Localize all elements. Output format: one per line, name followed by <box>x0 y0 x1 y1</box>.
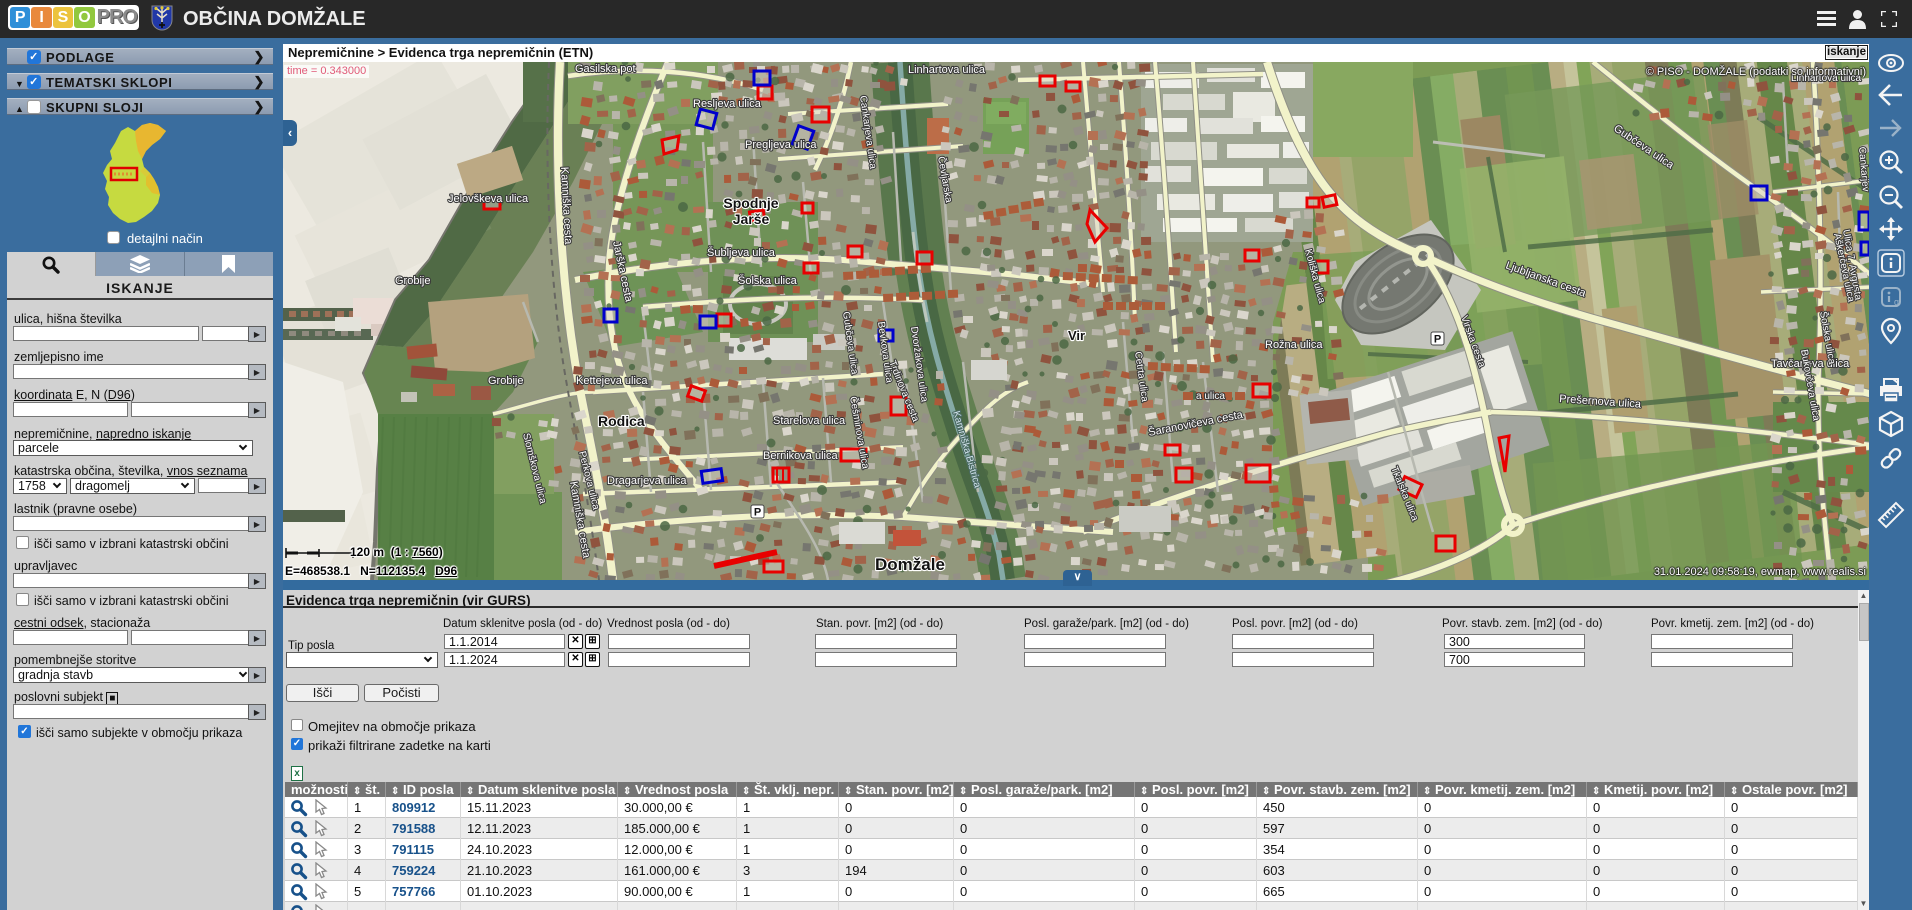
svg-text:Kettejeva ulica: Kettejeva ulica <box>576 375 648 387</box>
svg-text:P: P <box>1434 334 1441 346</box>
svg-text:Jelovškeva ulica: Jelovškeva ulica <box>448 193 529 205</box>
svg-text:Dragarjeva ulica: Dragarjeva ulica <box>607 475 687 487</box>
svg-text:Rožna ulica: Rožna ulica <box>1265 339 1323 351</box>
svg-text:Grobije: Grobije <box>395 275 430 287</box>
svg-text:Gasilska pot: Gasilska pot <box>575 63 636 75</box>
svg-text:Starelova ulica: Starelova ulica <box>773 415 846 427</box>
svg-text:Bernikova ulica: Bernikova ulica <box>763 450 838 462</box>
svg-text:Šubljeva ulica: Šubljeva ulica <box>707 246 776 259</box>
svg-text:a ulica: a ulica <box>1196 391 1225 402</box>
svg-text:Grobije: Grobije <box>488 375 523 387</box>
svg-text:Spodnje: Spodnje <box>723 195 778 211</box>
svg-text:P: P <box>754 507 761 519</box>
svg-text:Domžale: Domžale <box>875 555 945 574</box>
svg-text:Linhartova ulica: Linhartova ulica <box>908 64 986 76</box>
svg-text:Resljeva ulica: Resljeva ulica <box>693 98 762 110</box>
svg-text:Šolska ulica: Šolska ulica <box>738 274 798 287</box>
svg-text:Rodica: Rodica <box>598 413 645 429</box>
svg-text:Jarše: Jarše <box>733 211 770 227</box>
svg-text:Vir: Vir <box>1068 328 1085 343</box>
svg-text:Pregljeva ulica: Pregljeva ulica <box>745 139 817 151</box>
svg-text:g: g <box>1894 297 1899 307</box>
